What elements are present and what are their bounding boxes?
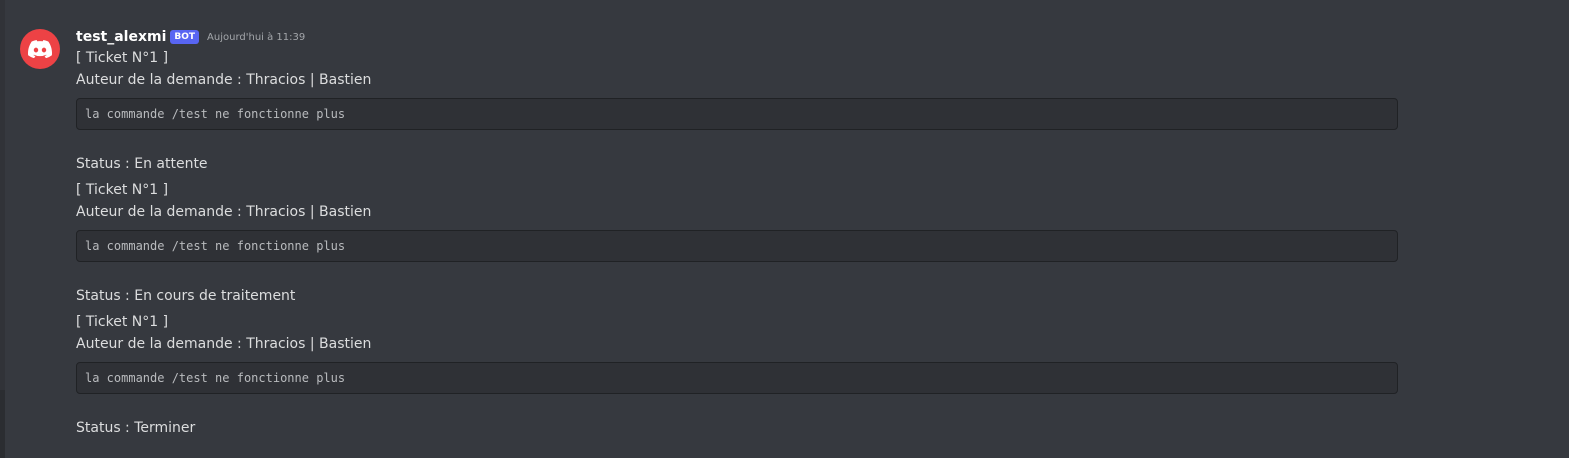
ticket-title: [ Ticket N°1 ] [76,182,169,198]
code-block: la commande /test ne fonctionne plus [76,230,1398,262]
discord-logo-icon [28,40,52,58]
code-text: la commande /test ne fonctionne plus [85,239,346,253]
ticket-author: Auteur de la demande : Thracios | Bastie… [76,72,372,88]
ticket-status: Status : En cours de traitement [76,288,296,304]
code-text: la commande /test ne fonctionne plus [85,107,346,121]
timestamp[interactable]: Aujourd'hui à 11:39 [207,32,305,43]
ticket-author: Auteur de la demande : Thracios | Bastie… [76,204,372,220]
username[interactable]: test_alexmi [76,29,166,45]
ticket-author: Auteur de la demande : Thracios | Bastie… [76,336,372,352]
ticket-title: [ Ticket N°1 ] [76,50,169,66]
ticket-status: Status : En attente [76,156,208,172]
ticket-title: [ Ticket N°1 ] [76,314,169,330]
code-block: la commande /test ne fonctionne plus [76,98,1398,130]
ticket-status: Status : Terminer [76,420,196,436]
message-header: test_alexmi BOT Aujourd'hui à 11:39 [76,27,305,47]
chat-message: test_alexmi BOT Aujourd'hui à 11:39 [ Ti… [0,0,1569,458]
code-text: la commande /test ne fonctionne plus [85,371,346,385]
bot-badge: BOT [170,30,200,44]
code-block: la commande /test ne fonctionne plus [76,362,1398,394]
avatar[interactable] [20,29,60,69]
